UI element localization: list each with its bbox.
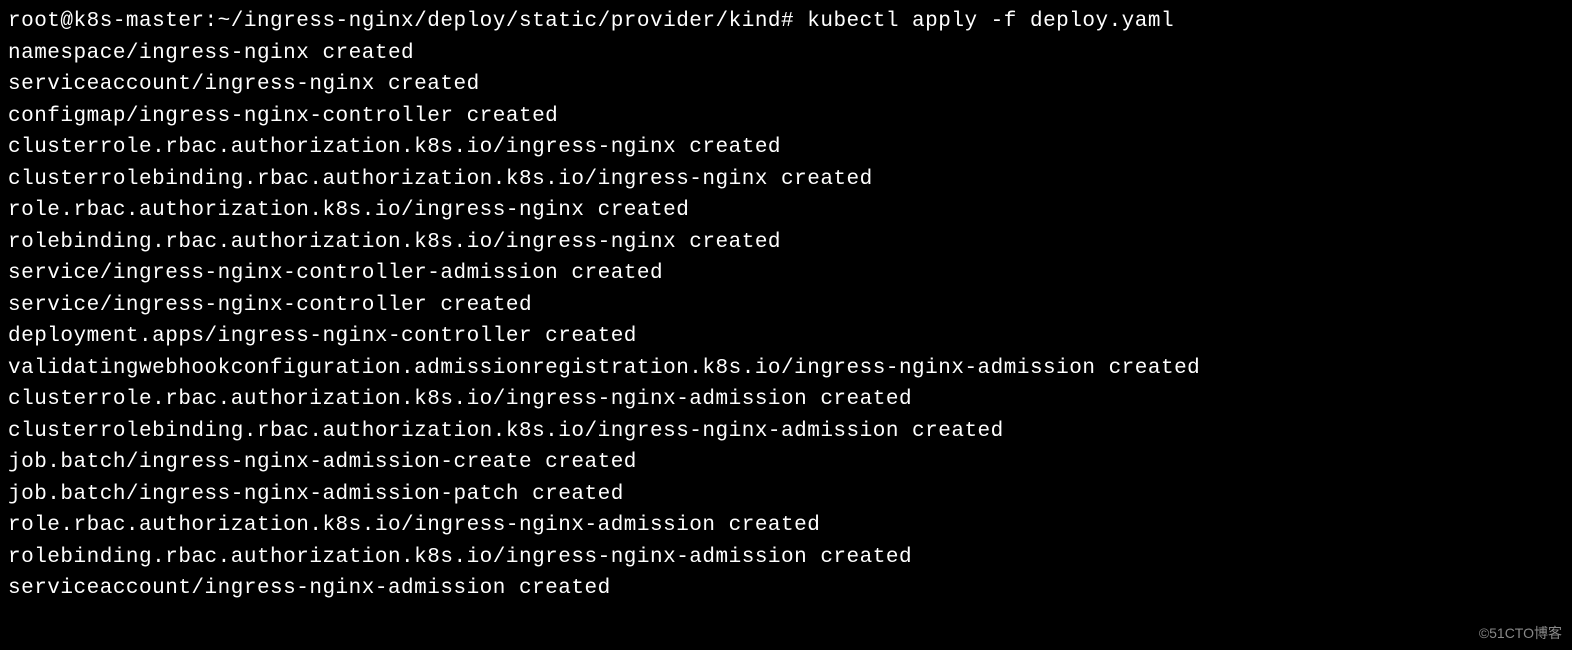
output-line: configmap/ingress-nginx-controller creat…: [8, 101, 1564, 133]
output-line: serviceaccount/ingress-nginx-admission c…: [8, 573, 1564, 605]
output-line: serviceaccount/ingress-nginx created: [8, 69, 1564, 101]
output-line: job.batch/ingress-nginx-admission-patch …: [8, 479, 1564, 511]
terminal-window[interactable]: root@k8s-master:~/ingress-nginx/deploy/s…: [8, 6, 1564, 605]
shell-command: kubectl apply -f deploy.yaml: [807, 10, 1174, 33]
output-line: role.rbac.authorization.k8s.io/ingress-n…: [8, 510, 1564, 542]
output-line: rolebinding.rbac.authorization.k8s.io/in…: [8, 542, 1564, 574]
output-line: clusterrolebinding.rbac.authorization.k8…: [8, 164, 1564, 196]
output-line: clusterrole.rbac.authorization.k8s.io/in…: [8, 384, 1564, 416]
output-line: rolebinding.rbac.authorization.k8s.io/in…: [8, 227, 1564, 259]
output-line: clusterrolebinding.rbac.authorization.k8…: [8, 416, 1564, 448]
output-line: job.batch/ingress-nginx-admission-create…: [8, 447, 1564, 479]
output-line: role.rbac.authorization.k8s.io/ingress-n…: [8, 195, 1564, 227]
shell-prompt: root@k8s-master:~/ingress-nginx/deploy/s…: [8, 10, 807, 33]
watermark-text: ©51CTO博客: [1479, 623, 1562, 644]
output-line: service/ingress-nginx-controller created: [8, 290, 1564, 322]
output-line: clusterrole.rbac.authorization.k8s.io/in…: [8, 132, 1564, 164]
output-line: namespace/ingress-nginx created: [8, 38, 1564, 70]
output-line: deployment.apps/ingress-nginx-controller…: [8, 321, 1564, 353]
output-line: service/ingress-nginx-controller-admissi…: [8, 258, 1564, 290]
command-line: root@k8s-master:~/ingress-nginx/deploy/s…: [8, 6, 1564, 38]
output-line: validatingwebhookconfiguration.admission…: [8, 353, 1564, 385]
